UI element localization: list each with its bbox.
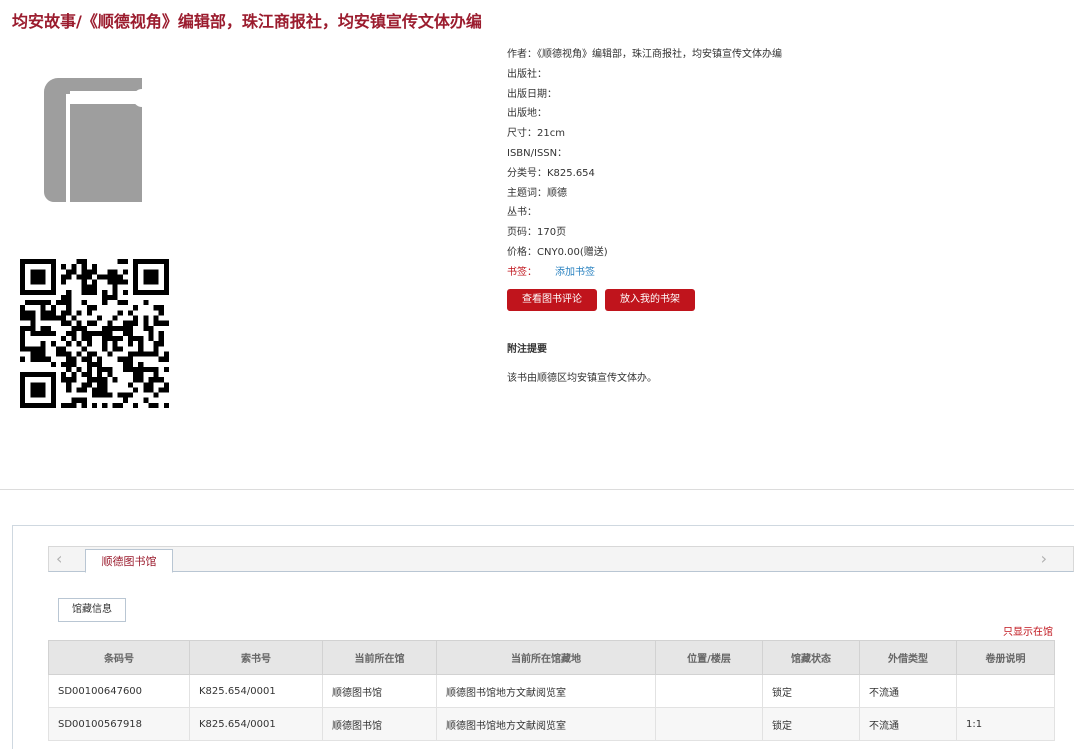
table-cell: 1:1 bbox=[956, 707, 1055, 741]
column-header: 条码号 bbox=[48, 640, 190, 675]
meta-pubplace: 出版地： bbox=[507, 108, 547, 120]
column-header: 馆藏状态 bbox=[762, 640, 860, 675]
note-heading: 附注提要 bbox=[507, 344, 547, 355]
page-title: 均安故事/《顺德视角》编辑部，珠江商报社，均安镇宣传文体办编 bbox=[12, 12, 482, 31]
table-cell: K825.654/0001 bbox=[189, 674, 323, 708]
table-cell: 锁定 bbox=[762, 674, 860, 708]
table-cell bbox=[956, 674, 1055, 708]
table-header-row: 条码号 索书号 当前所在馆 当前所在馆藏地 位置/楼层 馆藏状态 外借类型 卷册说明 bbox=[48, 640, 1055, 675]
tab-shunde-library[interactable]: 顺德图书馆 bbox=[85, 549, 173, 573]
meta-pages: 页码：170页 bbox=[507, 227, 567, 239]
column-header: 索书号 bbox=[189, 640, 323, 675]
table-cell bbox=[655, 707, 763, 741]
column-header: 当前所在馆藏地 bbox=[436, 640, 656, 675]
book-icon bbox=[44, 78, 142, 202]
section-divider bbox=[0, 489, 1074, 490]
column-header: 外借类型 bbox=[859, 640, 957, 675]
table-row: SD00100567918 K825.654/0001 顺德图书馆 顺德图书馆地方文献… bbox=[48, 707, 1055, 741]
table-cell: 不流通 bbox=[859, 674, 957, 708]
note-text: 该书由顺德区均安镇宣传文体办。 bbox=[507, 373, 657, 384]
table-row: SD00100647600 K825.654/0001 顺德图书馆 顺德图书馆地方文献… bbox=[48, 674, 1055, 708]
table-cell: 锁定 bbox=[762, 707, 860, 741]
column-header: 卷册说明 bbox=[956, 640, 1055, 675]
holdings-table: 条码号 索书号 当前所在馆 当前所在馆藏地 位置/楼层 馆藏状态 外借类型 卷册说明 SD00… bbox=[48, 640, 1055, 741]
meta-price: 价格：CNY0.00(赠送) bbox=[507, 246, 608, 258]
view-reviews-button[interactable]: 查看图书评论 bbox=[507, 289, 597, 311]
table-cell bbox=[655, 674, 763, 708]
table-cell: 顺德图书馆 bbox=[322, 674, 437, 708]
meta-subject: 主题词：顺德 bbox=[507, 187, 567, 199]
add-tag-link[interactable]: 添加书签 bbox=[555, 267, 595, 278]
table-cell: 不流通 bbox=[859, 707, 957, 741]
table-cell: K825.654/0001 bbox=[189, 707, 323, 741]
meta-pubdate: 出版日期： bbox=[507, 88, 557, 100]
meta-author: 作者：《顺德视角》编辑部，珠江商报社，均安镇宣传文体办编 bbox=[507, 49, 782, 60]
meta-isbn: ISBN/ISSN： bbox=[507, 147, 568, 159]
tags-label: 书签： bbox=[507, 266, 537, 278]
table-cell: 顺德图书馆地方文献阅览室 bbox=[436, 674, 656, 708]
library-tab-strip: ‹ › bbox=[48, 546, 1074, 572]
table-cell: SD00100567918 bbox=[48, 707, 190, 741]
add-to-shelf-button[interactable]: 放入我的书架 bbox=[605, 289, 695, 311]
table-cell: SD00100647600 bbox=[48, 674, 190, 708]
show-available-only-link[interactable]: 只显示在馆 bbox=[1003, 623, 1053, 638]
meta-tags: 书签： 添加书签 bbox=[507, 263, 782, 283]
meta-series: 丛书： bbox=[507, 207, 537, 219]
meta-classno: 分类号：K825.654 bbox=[507, 167, 595, 179]
tab-holdings-info[interactable]: 馆藏信息 bbox=[58, 598, 126, 622]
meta-publisher: 出版社： bbox=[507, 68, 547, 80]
chevron-left-icon[interactable]: ‹ bbox=[56, 549, 62, 568]
column-header: 位置/楼层 bbox=[655, 640, 763, 675]
table-cell: 顺德图书馆地方文献阅览室 bbox=[436, 707, 656, 741]
table-cell: 顺德图书馆 bbox=[322, 707, 437, 741]
qr-code-icon bbox=[20, 259, 169, 408]
meta-size: 尺寸：21cm bbox=[507, 128, 565, 140]
book-metadata: 作者：《顺德视角》编辑部，珠江商报社，均安镇宣传文体办编 出版社： 出版日期： 出版地… bbox=[507, 45, 782, 283]
column-header: 当前所在馆 bbox=[322, 640, 437, 675]
chevron-right-icon[interactable]: › bbox=[1041, 549, 1047, 568]
